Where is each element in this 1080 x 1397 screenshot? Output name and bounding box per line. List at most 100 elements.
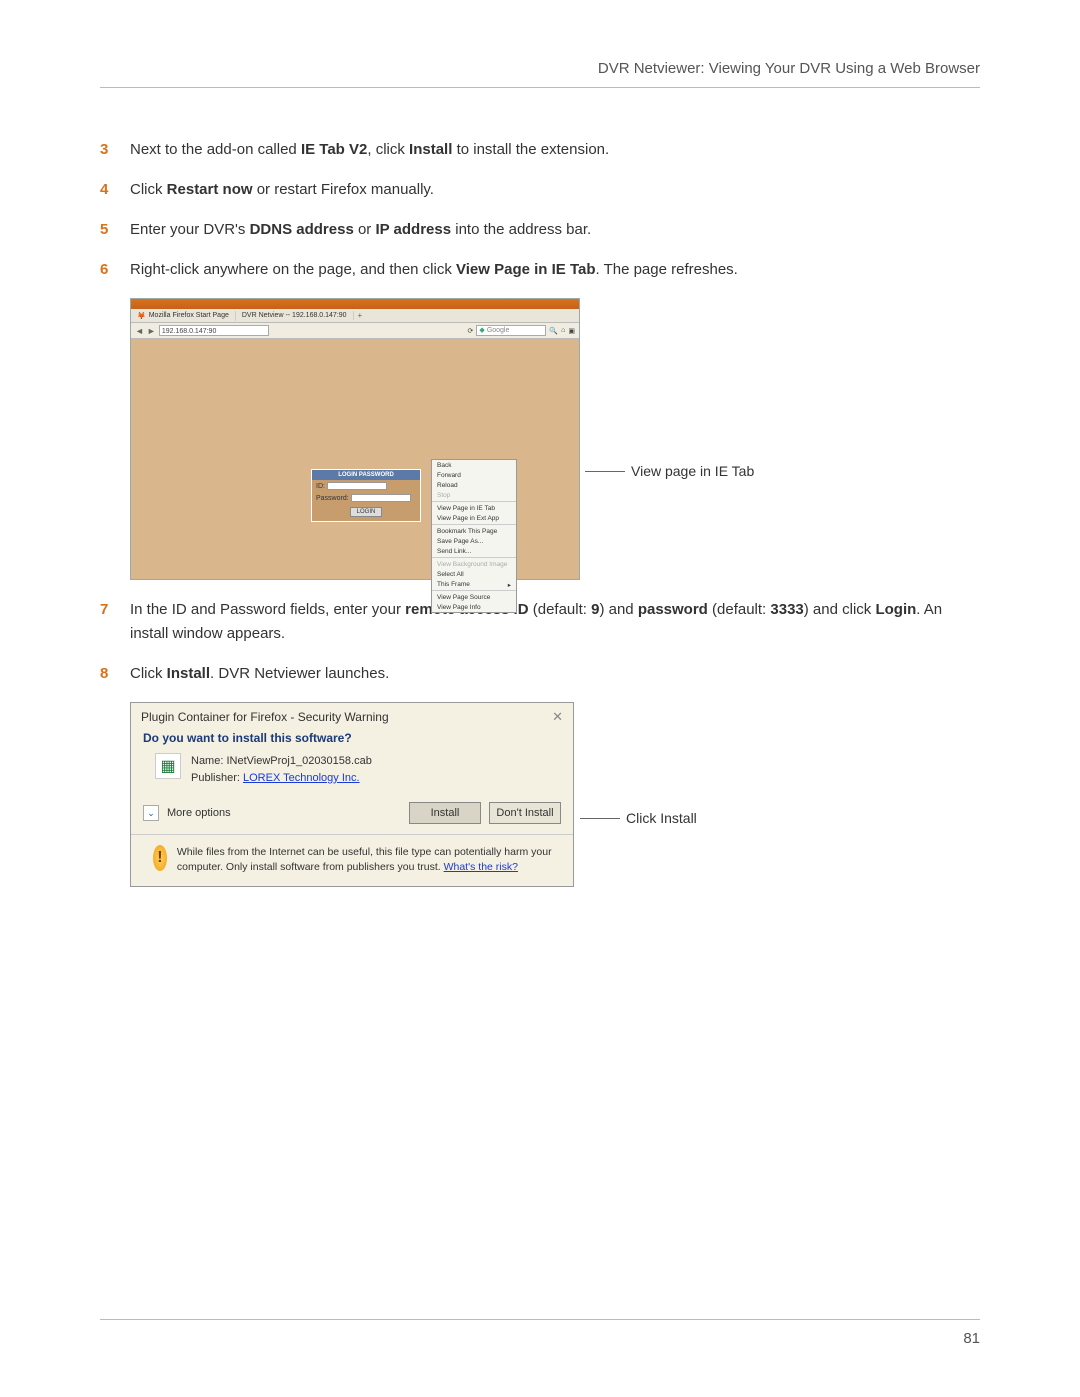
t: Next to the add-on called bbox=[130, 141, 301, 158]
t: . The page refreshes. bbox=[596, 261, 738, 278]
page-footer: 81 bbox=[100, 1319, 980, 1347]
warning-icon: ! bbox=[153, 845, 167, 871]
reload-icon[interactable]: ⟳ bbox=[468, 327, 474, 335]
id-input[interactable] bbox=[327, 482, 387, 490]
t: IP address bbox=[375, 221, 451, 238]
back-button[interactable]: ◄ bbox=[135, 326, 144, 336]
t: Restart now bbox=[167, 181, 253, 198]
step-6-num: 6 bbox=[100, 258, 130, 282]
google-icon: ◆ bbox=[479, 325, 484, 336]
publisher-label: Publisher: bbox=[191, 772, 240, 784]
t: IE Tab V2 bbox=[301, 141, 367, 158]
pw-label: Password: bbox=[316, 495, 349, 502]
t: into the address bar. bbox=[451, 221, 591, 238]
annotation-label: Click Install bbox=[626, 810, 697, 826]
t: Install bbox=[409, 141, 452, 158]
step-8-body: Click Install. DVR Netviewer launches. bbox=[130, 662, 980, 686]
search-placeholder: Google bbox=[487, 325, 510, 336]
step-7-num: 7 bbox=[100, 598, 130, 646]
more-options-chevron-icon[interactable]: ⌄ bbox=[143, 805, 159, 821]
t: , click bbox=[367, 141, 409, 158]
search-icon[interactable]: 🔍 bbox=[549, 327, 558, 335]
t: Click bbox=[130, 181, 167, 198]
t: Right-click anywhere on the page, and th… bbox=[130, 261, 456, 278]
t: (default: bbox=[708, 601, 771, 618]
dialog-question: Do you want to install this software? bbox=[131, 731, 573, 751]
ctx-page-info[interactable]: View Page Info bbox=[432, 602, 516, 612]
step-8: 8 Click Install. DVR Netviewer launches. bbox=[100, 662, 980, 686]
name-label: Name: bbox=[191, 755, 223, 767]
menu-icon[interactable]: ▣ bbox=[568, 327, 575, 335]
dont-install-button[interactable]: Don't Install bbox=[489, 802, 561, 824]
step-4-num: 4 bbox=[100, 178, 130, 202]
step-7-body: In the ID and Password fields, enter you… bbox=[130, 598, 980, 646]
name-value: INetViewProj1_02030158.cab bbox=[226, 755, 371, 767]
page-header: DVR Netviewer: Viewing Your DVR Using a … bbox=[100, 60, 980, 88]
t: or bbox=[354, 221, 376, 238]
pw-input[interactable] bbox=[351, 494, 411, 502]
ctx-back[interactable]: Back bbox=[432, 460, 516, 470]
step-6-body: Right-click anywhere on the page, and th… bbox=[130, 258, 980, 282]
context-menu: Back Forward Reload Stop View Page in IE… bbox=[431, 459, 517, 613]
header-title: DVR Netviewer: Viewing Your DVR Using a … bbox=[598, 60, 980, 77]
step-4-body: Click Restart now or restart Firefox man… bbox=[130, 178, 980, 202]
step-3-body: Next to the add-on called IE Tab V2, cli… bbox=[130, 138, 980, 162]
ctx-save-as[interactable]: Save Page As... bbox=[432, 536, 516, 546]
ctx-forward[interactable]: Forward bbox=[432, 470, 516, 480]
t: Install bbox=[167, 665, 210, 682]
tab-start-page[interactable]: 🦊Mozilla Firefox Start Page bbox=[131, 311, 236, 321]
dialog-warning: ! While files from the Internet can be u… bbox=[131, 834, 573, 886]
ctx-select-all[interactable]: Select All bbox=[432, 569, 516, 579]
step-5-num: 5 bbox=[100, 218, 130, 242]
new-tab-button[interactable]: + bbox=[354, 311, 367, 320]
step-8-num: 8 bbox=[100, 662, 130, 686]
step-7: 7 In the ID and Password fields, enter y… bbox=[100, 598, 980, 646]
step-5: 5 Enter your DVR's DDNS address or IP ad… bbox=[100, 218, 980, 242]
login-id-row: ID: bbox=[312, 480, 420, 492]
step-3: 3 Next to the add-on called IE Tab V2, c… bbox=[100, 138, 980, 162]
ctx-stop: Stop bbox=[432, 490, 516, 500]
home-icon[interactable]: ⌂ bbox=[561, 327, 565, 334]
annotation-label: View page in IE Tab bbox=[631, 463, 754, 479]
figure-browser-screenshot: 🦊Mozilla Firefox Start Page DVR Netview … bbox=[130, 298, 850, 580]
ctx-bookmark[interactable]: Bookmark This Page bbox=[432, 526, 516, 536]
dialog-lines: Name: INetViewProj1_02030158.cab Publish… bbox=[191, 753, 372, 786]
id-label: ID: bbox=[316, 483, 325, 490]
tab-dvr[interactable]: DVR Netview -- 192.168.0.147:90 bbox=[236, 311, 354, 320]
t: Enter your DVR's bbox=[130, 221, 250, 238]
t: to install the extension. bbox=[452, 141, 609, 158]
login-header: LOGIN PASSWORD bbox=[312, 470, 420, 480]
ctx-view-source[interactable]: View Page Source bbox=[432, 592, 516, 602]
dialog-button-row: ⌄ More options Install Don't Install bbox=[131, 796, 573, 834]
close-icon[interactable]: ✕ bbox=[552, 709, 563, 725]
ctx-view-bg: View Background Image bbox=[432, 559, 516, 569]
ctx-this-frame[interactable]: This Frame▸ bbox=[432, 579, 516, 589]
firefox-icon: 🦊 bbox=[137, 312, 146, 320]
whats-the-risk-link[interactable]: What's the risk? bbox=[444, 861, 518, 873]
step-6: 6 Right-click anywhere on the page, and … bbox=[100, 258, 980, 282]
ctx-view-ext-app[interactable]: View Page in Ext App bbox=[432, 513, 516, 523]
t: ) and bbox=[599, 601, 637, 618]
forward-button[interactable]: ► bbox=[147, 326, 156, 336]
publisher-link[interactable]: LOREX Technology Inc. bbox=[243, 772, 360, 784]
ctx-view-ie-tab[interactable]: View Page in IE Tab bbox=[432, 503, 516, 513]
tab-label: Mozilla Firefox Start Page bbox=[149, 312, 229, 319]
t: 3333 bbox=[770, 601, 803, 618]
search-input[interactable]: ◆Google bbox=[476, 325, 546, 336]
t: View Page in IE Tab bbox=[456, 261, 596, 278]
step-5-body: Enter your DVR's DDNS address or IP addr… bbox=[130, 218, 980, 242]
address-input[interactable]: 192.168.0.147:90 bbox=[159, 325, 269, 336]
security-dialog: Plugin Container for Firefox - Security … bbox=[130, 702, 574, 887]
dialog-info: ▦ Name: INetViewProj1_02030158.cab Publi… bbox=[131, 751, 573, 796]
address-text: 192.168.0.147:90 bbox=[162, 328, 217, 335]
ctx-send-link[interactable]: Send Link... bbox=[432, 546, 516, 556]
install-button[interactable]: Install bbox=[409, 802, 481, 824]
ctx-reload[interactable]: Reload bbox=[432, 480, 516, 490]
figure-security-dialog: Plugin Container for Firefox - Security … bbox=[130, 702, 850, 887]
more-options-label[interactable]: More options bbox=[167, 807, 231, 819]
annotation-line-icon bbox=[585, 471, 625, 472]
browser-window: 🦊Mozilla Firefox Start Page DVR Netview … bbox=[130, 298, 580, 580]
login-button[interactable]: LOGIN bbox=[350, 507, 382, 517]
annotation-line-icon bbox=[580, 818, 620, 819]
t: Login bbox=[875, 601, 916, 618]
